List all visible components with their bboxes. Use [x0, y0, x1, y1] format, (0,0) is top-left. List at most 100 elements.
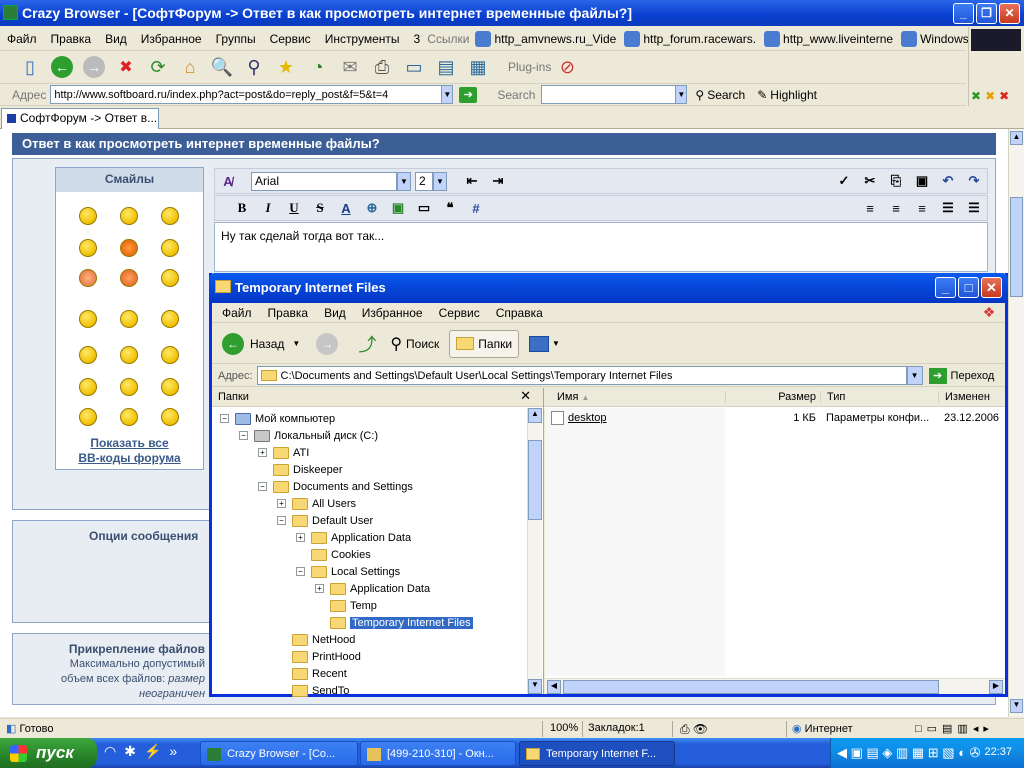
email-icon[interactable]: ▭	[413, 197, 435, 219]
tab-softforum[interactable]: СофтФорум -> Ответ в...	[1, 108, 159, 129]
plugins-icon[interactable]: ⊘	[554, 54, 580, 80]
status-tools-icons[interactable]: ⎙ 👁	[680, 722, 708, 737]
status-zoom[interactable]: 100%	[550, 722, 578, 734]
menu-service[interactable]: Сервис	[263, 32, 318, 46]
smiley-icon[interactable]	[161, 207, 179, 225]
highlight-button[interactable]: ✎ Highlight	[757, 88, 817, 102]
show-all-link[interactable]: Показать все ВВ-коды форума	[56, 436, 203, 466]
tree-item[interactable]: Recent	[277, 665, 347, 682]
menu-more[interactable]: 3	[407, 32, 428, 46]
quick-launch[interactable]: ◠ ✱ ⚡ »	[104, 743, 194, 763]
align-left-icon[interactable]: ≡	[859, 197, 881, 219]
link-windows[interactable]: Windows	[901, 30, 969, 47]
scroll-up-icon[interactable]: ▲	[1010, 131, 1023, 145]
search-button[interactable]: ⚲ Поиск	[390, 334, 439, 354]
menu-view[interactable]: Вид	[98, 32, 134, 46]
refresh-icon[interactable]: ⟳	[145, 54, 171, 80]
folders-button[interactable]: Папки	[449, 329, 520, 358]
page-scrollbar[interactable]: ▲ ▼	[1008, 129, 1024, 717]
explorer-minimize-button[interactable]: _	[935, 277, 956, 298]
smiley-icon[interactable]	[120, 310, 138, 328]
smiley-icon[interactable]	[120, 408, 138, 426]
exp-menu-service[interactable]: Сервис	[431, 306, 488, 320]
col-name[interactable]: Имя ▲	[545, 391, 725, 403]
font-select[interactable]: Arial	[251, 171, 397, 191]
smiley-icon[interactable]	[161, 269, 179, 287]
indent-icon[interactable]: ⇥	[487, 170, 509, 192]
quote-icon[interactable]: ❝	[439, 197, 461, 219]
search-icon[interactable]: ⚲	[241, 54, 267, 80]
smiley-icon[interactable]	[120, 207, 138, 225]
cut-icon[interactable]: ✂	[859, 170, 881, 192]
message-editor[interactable]: Ну так сделай тогда вот так...	[214, 222, 988, 272]
exp-menu-view[interactable]: Вид	[316, 306, 354, 320]
smiley-icon[interactable]	[79, 269, 97, 287]
tree-scrollbar[interactable]: ▲ ▼	[527, 408, 542, 694]
tree-item[interactable]: Temporary Internet Files	[315, 614, 473, 631]
tree-scroll-up-icon[interactable]: ▲	[528, 408, 542, 423]
screen-icon[interactable]: ▭	[401, 54, 427, 80]
file-list-hscrollbar[interactable]: ◀ ▶	[545, 678, 1005, 694]
underline-icon[interactable]: U	[283, 197, 305, 219]
favorites-star-icon[interactable]: ★	[273, 54, 299, 80]
font-size-select[interactable]: 2	[415, 171, 433, 191]
hscroll-right-icon[interactable]: ▶	[989, 680, 1003, 694]
tree-item[interactable]: SendTo	[277, 682, 349, 699]
smiley-icon[interactable]	[79, 346, 97, 364]
tray-icons[interactable]: ◀ ▣ ▤ ◈ ▥ ▦ ⊞ ▧ ◐ ✇	[837, 745, 981, 761]
go-icon[interactable]: ➔	[459, 86, 478, 103]
task-window[interactable]: [499-210-310] - Окн...	[360, 741, 516, 766]
font-dropdown-icon[interactable]: ▼	[397, 171, 411, 191]
address-dropdown-icon[interactable]: ▼	[441, 85, 454, 104]
menu-tools[interactable]: Инструменты	[318, 32, 407, 46]
italic-icon[interactable]: I	[257, 197, 279, 219]
copy-icon[interactable]: ⎘	[885, 170, 907, 192]
text-color-icon[interactable]: A	[335, 197, 357, 219]
tree-item[interactable]: PrintHood	[277, 648, 361, 665]
tree-item[interactable]: Cookies	[296, 546, 371, 563]
calendar-icon[interactable]: ▦	[465, 54, 491, 80]
align-right-icon[interactable]: ≡	[911, 197, 933, 219]
forward-arrow-icon[interactable]: →	[316, 332, 339, 355]
address-input[interactable]: http://www.softboard.ru/index.php?act=po…	[50, 85, 443, 104]
smiley-icon[interactable]	[79, 239, 97, 257]
link-amvnews[interactable]: http_amvnews.ru_Vide	[475, 30, 616, 47]
bullet-list-icon[interactable]: ☰	[963, 197, 985, 219]
col-type[interactable]: Тип	[820, 391, 938, 403]
search-input[interactable]	[541, 85, 677, 104]
tree-scroll-down-icon[interactable]: ▼	[528, 679, 542, 694]
zoom-icon[interactable]: 🔍	[209, 54, 235, 80]
bold-icon[interactable]: B	[231, 197, 253, 219]
strike-icon[interactable]: S	[309, 197, 331, 219]
tree-item[interactable]: + Application Data	[315, 580, 430, 597]
col-size[interactable]: Размер	[725, 391, 820, 403]
smiley-icon[interactable]	[79, 207, 97, 225]
hscroll-left-icon[interactable]: ◀	[547, 680, 561, 694]
menu-edit[interactable]: Правка	[44, 32, 99, 46]
size-dropdown-icon[interactable]: ▼	[433, 171, 447, 191]
task-crazy-browser[interactable]: Crazy Browser - [Co...	[200, 741, 358, 766]
tree-item[interactable]: − Documents and Settings	[258, 478, 413, 495]
mail-icon[interactable]: ✉	[337, 54, 363, 80]
tree-item[interactable]: Diskeeper	[258, 461, 343, 478]
code-icon[interactable]: #	[465, 197, 487, 219]
smiley-icon[interactable]	[79, 378, 97, 396]
link-liveinternet[interactable]: http_www.liveinterne	[764, 30, 893, 47]
restore-button[interactable]: ❐	[976, 3, 997, 24]
close-pane-icon[interactable]: ✕	[520, 388, 531, 404]
views-button[interactable]: ▼	[529, 335, 560, 352]
smiley-icon[interactable]	[120, 378, 138, 396]
forward-icon[interactable]: →	[81, 54, 107, 80]
smiley-icon[interactable]	[79, 310, 97, 328]
smiley-icon[interactable]	[161, 310, 179, 328]
smiley-icon[interactable]	[161, 346, 179, 364]
hscroll-thumb[interactable]	[563, 680, 939, 694]
back-button[interactable]: ← Назад ▼	[222, 332, 300, 355]
tree-item[interactable]: Temp	[315, 597, 377, 614]
page-scroll-thumb[interactable]	[1010, 197, 1023, 297]
exp-menu-help[interactable]: Справка	[488, 306, 551, 320]
smiley-icon[interactable]	[120, 346, 138, 364]
paste-icon[interactable]: ▣	[911, 170, 933, 192]
redo-icon[interactable]: ↷	[963, 170, 985, 192]
exp-menu-favorites[interactable]: Избранное	[354, 306, 431, 320]
